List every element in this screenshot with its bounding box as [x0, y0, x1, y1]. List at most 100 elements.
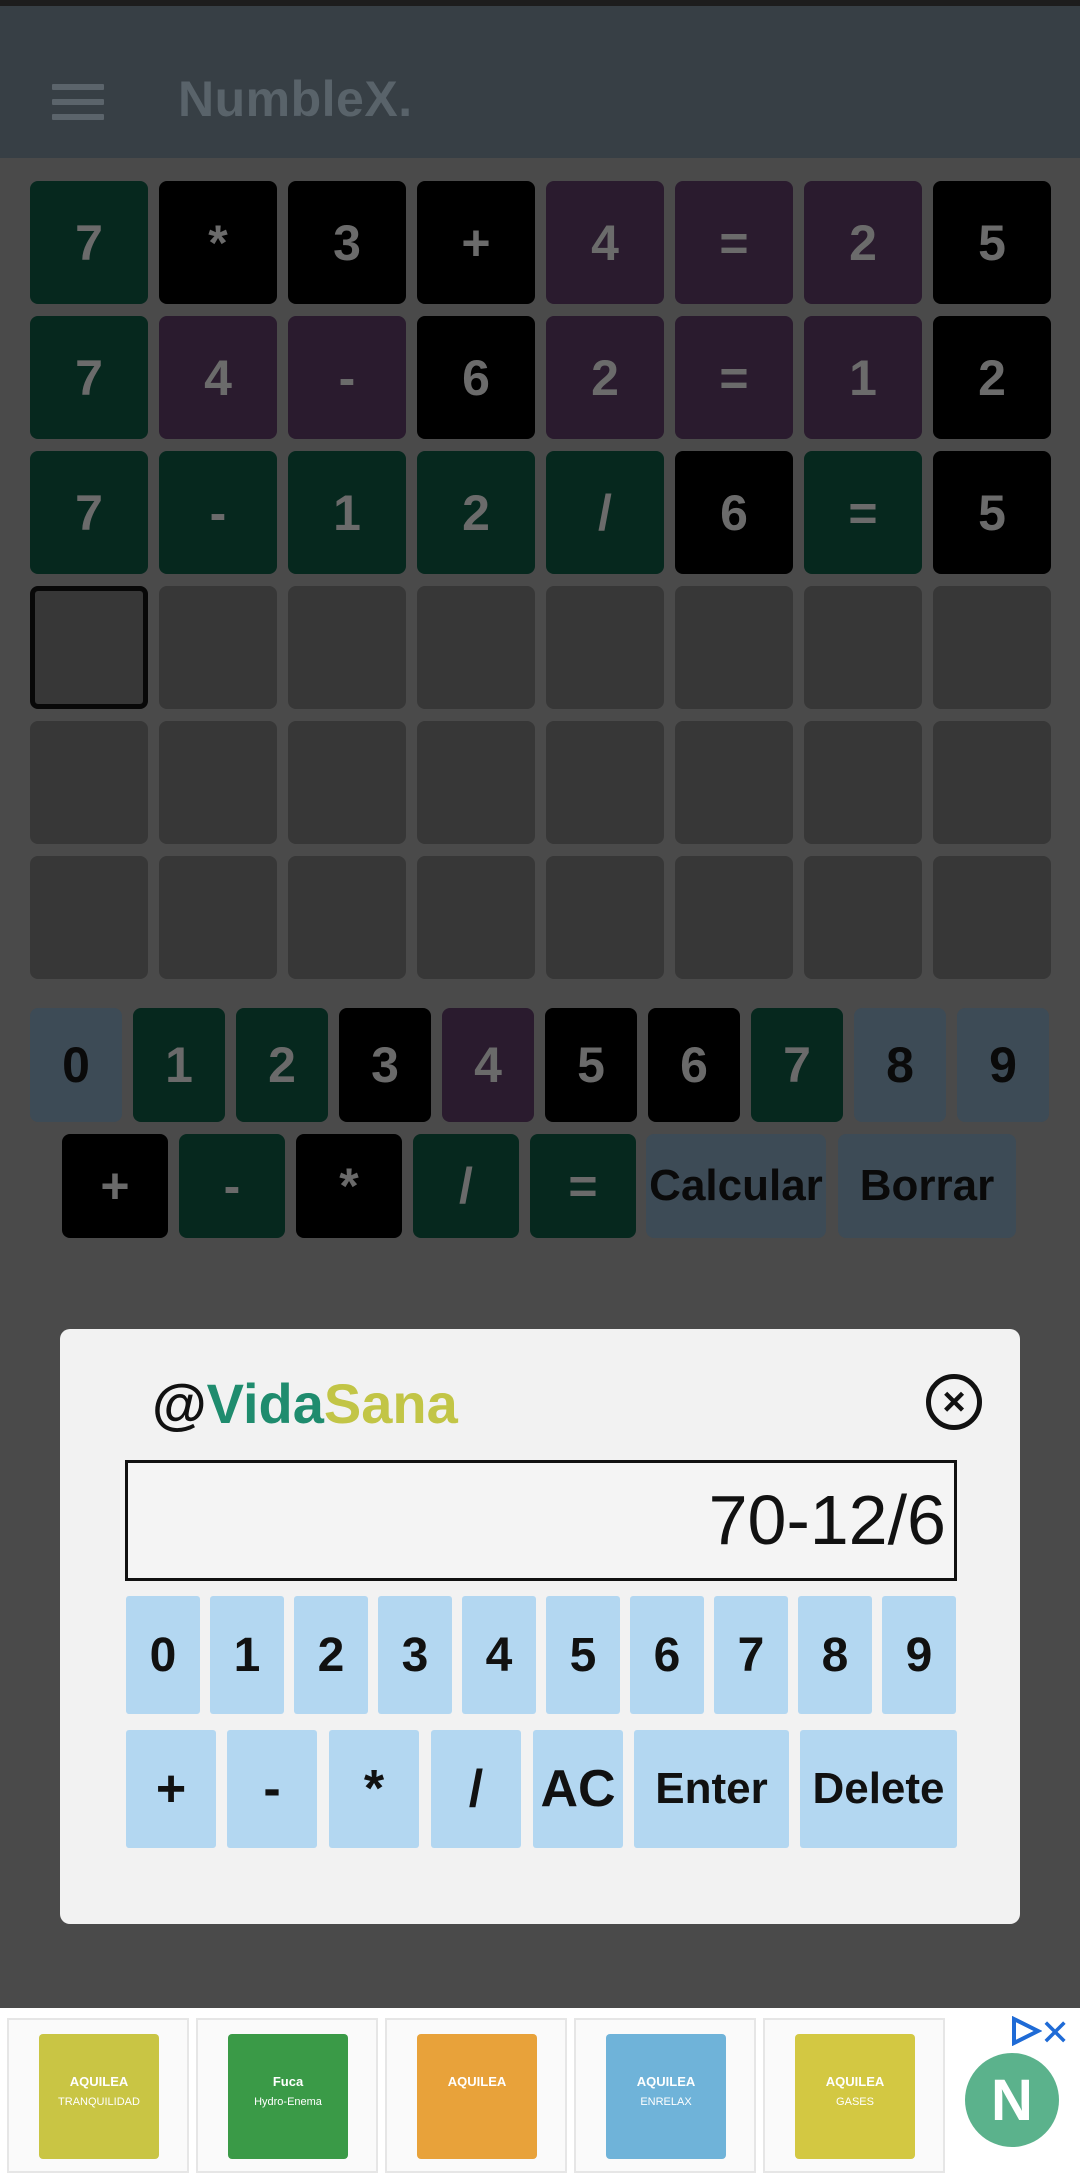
calcular-button[interactable]: Calcular	[646, 1134, 826, 1238]
board-tile-empty[interactable]	[933, 586, 1051, 709]
pad-plus-button[interactable]: +	[126, 1730, 216, 1848]
board-tile[interactable]: 5	[933, 181, 1051, 304]
ad-product[interactable]: Fuca Hydro-Enema	[196, 2018, 378, 2173]
board-tile[interactable]: 3	[288, 181, 406, 304]
board-tile-empty[interactable]	[804, 586, 922, 709]
ad-product-brand: AQUILEA	[636, 2074, 696, 2089]
digit-key-4[interactable]: 4	[442, 1008, 534, 1122]
board-tile[interactable]: =	[675, 181, 793, 304]
board-tile[interactable]: 2	[933, 316, 1051, 439]
board-tile[interactable]: 1	[288, 451, 406, 574]
board-tile[interactable]: -	[288, 316, 406, 439]
board-tile[interactable]: 7	[30, 316, 148, 439]
board-tile[interactable]: 2	[804, 181, 922, 304]
ad-product-image: Fuca Hydro-Enema	[228, 2034, 348, 2159]
pad-digit-5[interactable]: 5	[546, 1596, 620, 1714]
pad-digit-2[interactable]: 2	[294, 1596, 368, 1714]
board-tile-empty[interactable]	[675, 721, 793, 844]
pad-multiply-button[interactable]: *	[329, 1730, 419, 1848]
board-tile[interactable]: 4	[546, 181, 664, 304]
board-tile-empty[interactable]	[159, 856, 277, 979]
digit-key-5[interactable]: 5	[545, 1008, 637, 1122]
board-tile-empty[interactable]	[546, 856, 664, 979]
board-tile-empty[interactable]	[417, 586, 535, 709]
board-tile[interactable]: *	[159, 181, 277, 304]
board-tile[interactable]: +	[417, 181, 535, 304]
menu-icon[interactable]	[52, 84, 104, 120]
board-tile[interactable]: 6	[675, 451, 793, 574]
borrar-button[interactable]: Borrar	[838, 1134, 1016, 1238]
digit-key-7[interactable]: 7	[751, 1008, 843, 1122]
brand-logo: @VidaSana	[152, 1371, 458, 1436]
digit-key-3[interactable]: 3	[339, 1008, 431, 1122]
board-tile[interactable]: 5	[933, 451, 1051, 574]
ad-product-name: Hydro-Enema	[254, 2096, 322, 2108]
multiply-key[interactable]: *	[296, 1134, 402, 1238]
ad-product[interactable]: AQUILEA ENRELAX	[574, 2018, 756, 2173]
board-tile-empty[interactable]	[159, 721, 277, 844]
ad-product[interactable]: AQUILEA	[385, 2018, 567, 2173]
board-tile-empty[interactable]	[804, 721, 922, 844]
board-tile-empty[interactable]	[417, 856, 535, 979]
close-icon[interactable]: ×	[926, 1374, 982, 1430]
board-tile-empty[interactable]	[675, 856, 793, 979]
digit-key-9[interactable]: 9	[957, 1008, 1049, 1122]
board-tile-empty[interactable]	[675, 586, 793, 709]
board-tile-active[interactable]	[30, 586, 148, 709]
pad-minus-button[interactable]: -	[227, 1730, 317, 1848]
digit-key-6[interactable]: 6	[648, 1008, 740, 1122]
board-tile[interactable]: -	[159, 451, 277, 574]
enter-button[interactable]: Enter	[634, 1730, 789, 1848]
pad-digit-4[interactable]: 4	[462, 1596, 536, 1714]
equals-key[interactable]: =	[530, 1134, 636, 1238]
plus-key[interactable]: +	[62, 1134, 168, 1238]
brand-sana: Sana	[323, 1372, 458, 1435]
pad-digit-8[interactable]: 8	[798, 1596, 872, 1714]
ad-close-icon[interactable]: ✕	[1040, 2012, 1070, 2054]
digit-key-2[interactable]: 2	[236, 1008, 328, 1122]
digit-key-0[interactable]: 0	[30, 1008, 122, 1122]
board-tile[interactable]: =	[675, 316, 793, 439]
ad-banner[interactable]: AQUILEA TRANQUILIDAD Fuca Hydro-Enema AQUILE…	[0, 2008, 1080, 2176]
pad-digit-6[interactable]: 6	[630, 1596, 704, 1714]
minus-key[interactable]: -	[179, 1134, 285, 1238]
board-tile[interactable]: 2	[417, 451, 535, 574]
board-tile-empty[interactable]	[546, 586, 664, 709]
board-tile-empty[interactable]	[288, 586, 406, 709]
board-tile-empty[interactable]	[933, 721, 1051, 844]
ad-product[interactable]: AQUILEA TRANQUILIDAD	[7, 2018, 189, 2173]
adchoices-icon[interactable]	[1010, 2016, 1042, 2046]
board-tile[interactable]: 4	[159, 316, 277, 439]
divide-key[interactable]: /	[413, 1134, 519, 1238]
board-tile-empty[interactable]	[804, 856, 922, 979]
board-tile[interactable]: 7	[30, 181, 148, 304]
pad-digit-7[interactable]: 7	[714, 1596, 788, 1714]
ad-product-image: AQUILEA GASES	[795, 2034, 915, 2159]
ad-product[interactable]: AQUILEA GASES	[763, 2018, 945, 2173]
board-tile-empty[interactable]	[30, 856, 148, 979]
delete-button[interactable]: Delete	[800, 1730, 957, 1848]
board-tile-empty[interactable]	[546, 721, 664, 844]
digit-key-8[interactable]: 8	[854, 1008, 946, 1122]
board-tile-empty[interactable]	[933, 856, 1051, 979]
board-tile[interactable]: 7	[30, 451, 148, 574]
board-tile[interactable]: 2	[546, 316, 664, 439]
board-tile-empty[interactable]	[288, 721, 406, 844]
pad-digit-3[interactable]: 3	[378, 1596, 452, 1714]
board-tile[interactable]: =	[804, 451, 922, 574]
board-tile-empty[interactable]	[417, 721, 535, 844]
board-tile-empty[interactable]	[159, 586, 277, 709]
board-tile[interactable]: 6	[417, 316, 535, 439]
board-tile[interactable]: /	[546, 451, 664, 574]
board-tile-empty[interactable]	[30, 721, 148, 844]
pad-divide-button[interactable]: /	[431, 1730, 521, 1848]
ad-product-brand: AQUILEA	[825, 2074, 885, 2089]
pad-digit-1[interactable]: 1	[210, 1596, 284, 1714]
pad-digit-0[interactable]: 0	[126, 1596, 200, 1714]
pad-digit-9[interactable]: 9	[882, 1596, 956, 1714]
board-tile-empty[interactable]	[288, 856, 406, 979]
board-tile[interactable]: 1	[804, 316, 922, 439]
ad-badge-icon[interactable]: N	[965, 2053, 1059, 2147]
digit-key-1[interactable]: 1	[133, 1008, 225, 1122]
pad-clear-all-button[interactable]: AC	[533, 1730, 623, 1848]
